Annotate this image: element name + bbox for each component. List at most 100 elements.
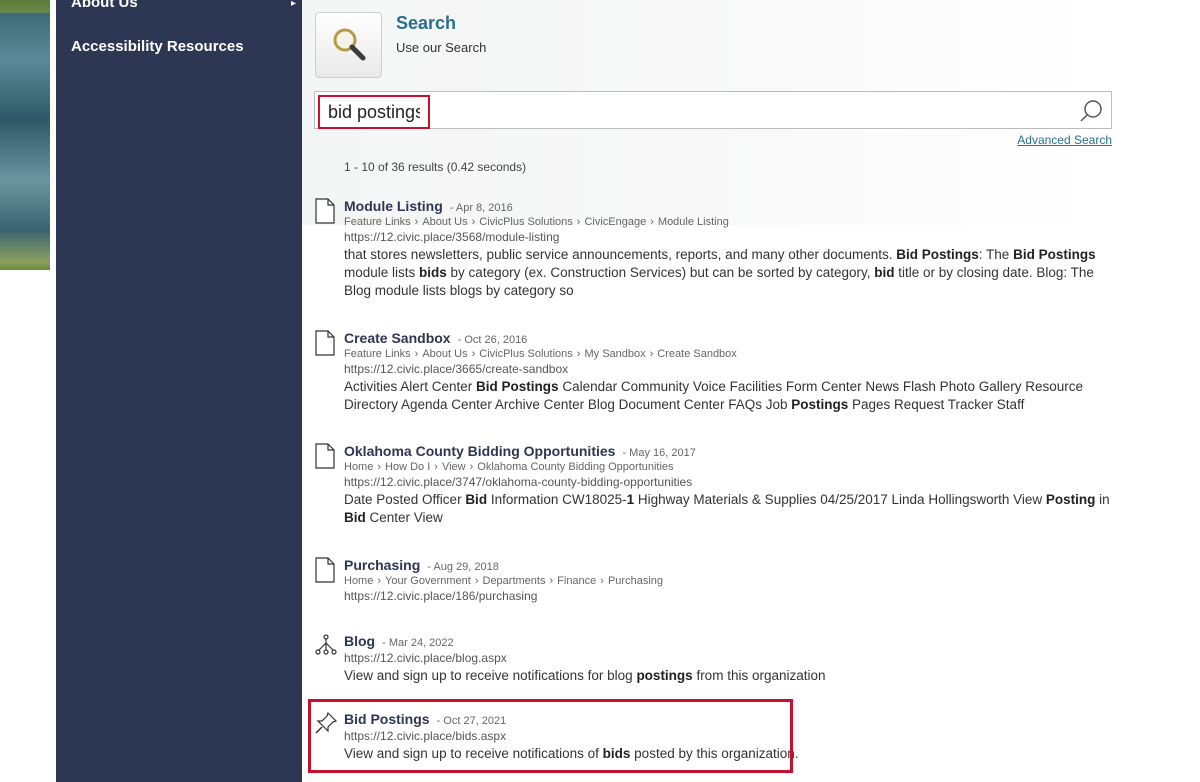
result-title-link[interactable]: Create Sandbox	[344, 330, 451, 346]
result-body: Create Sandbox - Oct 26, 2016 Feature Link…	[344, 330, 1114, 414]
snippet-keyword: 1	[626, 492, 635, 507]
snippet-text: View and sign up to receive notification…	[344, 668, 637, 683]
breadcrumb-item: CivicPlus Solutions	[479, 348, 573, 360]
snippet-keyword: Posting	[1045, 492, 1096, 507]
result-body: Module Listing - Apr 8, 2016 Feature Links…	[344, 198, 1114, 300]
breadcrumb: Feature Links › About Us › CivicPlus Solutio…	[344, 348, 1114, 360]
breadcrumb-separator-icon: ›	[650, 216, 654, 228]
document-icon	[314, 198, 338, 224]
breadcrumb: Home › Your Government › Departments › Finance…	[344, 575, 1114, 587]
blog-network-icon	[314, 633, 338, 657]
result-body: Purchasing - Aug 29, 2018 Home › Your Govern…	[344, 557, 1114, 603]
snippet-text: View and sign up to receive notification…	[344, 746, 603, 761]
result-title-row: Create Sandbox - Oct 26, 2016	[344, 330, 1114, 346]
page-subtitle: Use our Search	[396, 40, 487, 55]
result-title-row: Purchasing - Aug 29, 2018	[344, 557, 1114, 573]
breadcrumb-item: How Do I	[385, 461, 431, 473]
snippet-text: : The	[978, 247, 1014, 262]
result-snippet: Activities Alert Center Bid Postings Cal…	[344, 378, 1114, 414]
snippet-text: module lists	[344, 265, 420, 280]
breadcrumb-item: Create Sandbox	[657, 348, 737, 360]
snippet-keyword: bids	[602, 746, 631, 761]
snippet-text: that stores newsletters, public service …	[344, 247, 897, 262]
breadcrumb-item: Feature Links	[344, 348, 411, 360]
breadcrumb-separator-icon: ›	[414, 348, 419, 360]
breadcrumb-item: Oklahoma County Bidding Opportunities	[477, 461, 674, 473]
submenu-arrow-icon: ▸	[290, 0, 296, 9]
document-icon	[314, 330, 338, 356]
document-icon	[314, 557, 338, 583]
result-title-row: Oklahoma County Bidding Opportunities - M…	[344, 443, 1114, 459]
sidebar-item-label: Accessibility Resources	[71, 38, 244, 55]
result-body: Blog - Mar 24, 2022 https://12.civic.place…	[344, 633, 1114, 685]
result-url: https://12.civic.place/3568/module-listi…	[344, 230, 560, 244]
result-url: https://12.civic.place/186/purchasing	[344, 589, 538, 603]
snippet-keyword: Bid	[465, 492, 488, 507]
results-count: 1 - 10 of 36 results (0.42 seconds)	[344, 160, 527, 174]
result-url: https://12.civic.place/bids.aspx	[344, 729, 507, 743]
snippet-text: posted by this organization.	[630, 746, 799, 761]
breadcrumb-item: About Us	[422, 216, 468, 228]
snippet-text: Activities Alert Center	[344, 379, 477, 394]
advanced-search-link[interactable]: Advanced Search	[1017, 133, 1112, 147]
search-button[interactable]	[1077, 96, 1107, 126]
result-title-row: Bid Postings - Oct 27, 2021	[344, 711, 1114, 727]
result-snippet: that stores newsletters, public service …	[344, 246, 1114, 300]
breadcrumb-separator-icon: ›	[471, 216, 476, 228]
result-date: - May 16, 2017	[622, 447, 696, 459]
breadcrumb-item: Your Government	[385, 575, 471, 587]
breadcrumb-item: Feature Links	[344, 216, 411, 228]
search-bar	[314, 91, 1112, 129]
sidebar-item-label: About Us	[71, 0, 138, 11]
result-snippet: Date Posted Officer Bid Information CW18…	[344, 491, 1114, 527]
result-body: Oklahoma County Bidding Opportunities - M…	[344, 443, 1114, 527]
result-date: - Aug 29, 2018	[427, 561, 499, 573]
snippet-text: Date Posted Officer	[344, 492, 466, 507]
result-title-link[interactable]: Module Listing	[344, 198, 443, 214]
result-title-link[interactable]: Purchasing	[344, 557, 420, 573]
snippet-keyword: bid	[874, 265, 895, 280]
result-title-row: Module Listing - Apr 8, 2016	[344, 198, 1114, 214]
sidebar-item-about-us[interactable]: About Us ▸	[71, 0, 296, 11]
snippet-text: Information CW18025-	[487, 492, 627, 507]
result-date: - Oct 26, 2016	[457, 334, 528, 346]
snippet-keyword: Bid Postings	[1013, 247, 1096, 262]
breadcrumb-item: Module Listing	[657, 216, 729, 228]
snippet-keyword: bids	[419, 265, 447, 280]
result-snippet: View and sign up to receive notification…	[344, 667, 1114, 685]
result-date: - Oct 27, 2021	[436, 715, 507, 727]
breadcrumb-separator-icon: ›	[576, 348, 581, 360]
result-title-link[interactable]: Bid Postings	[344, 711, 430, 727]
result-title-link[interactable]: Oklahoma County Bidding Opportunities	[344, 443, 615, 459]
breadcrumb-item: Finance	[557, 575, 597, 587]
result-title-link[interactable]: Blog	[344, 633, 375, 649]
breadcrumb-separator-icon: ›	[549, 575, 554, 587]
breadcrumb-item: CivicEngage	[584, 216, 647, 228]
magnifier-icon	[333, 28, 365, 61]
result-url: https://12.civic.place/3665/create-sandb…	[344, 362, 569, 376]
breadcrumb-separator-icon: ›	[414, 216, 419, 228]
search-tile	[315, 12, 382, 78]
snippet-text: Center View	[365, 510, 443, 525]
sidebar-item-accessibility-resources[interactable]: Accessibility Resources	[71, 38, 244, 55]
breadcrumb-separator-icon: ›	[377, 575, 382, 587]
breadcrumb-separator-icon: ›	[649, 348, 654, 360]
snippet-keyword: Bid	[344, 510, 366, 525]
breadcrumb-separator-icon: ›	[434, 461, 438, 473]
breadcrumb-separator-icon: ›	[377, 461, 382, 473]
breadcrumb-separator-icon: ›	[469, 461, 474, 473]
snippet-keyword: Bid Postings	[476, 379, 559, 394]
result-snippet: View and sign up to receive notification…	[344, 745, 1114, 763]
result-title-row: Blog - Mar 24, 2022	[344, 633, 1114, 649]
snippet-keyword: Postings	[791, 397, 849, 412]
breadcrumb-separator-icon: ›	[474, 575, 479, 587]
search-input[interactable]	[318, 95, 430, 129]
result-date: - Mar 24, 2022	[382, 637, 454, 649]
snippet-text: by category (ex. Construction Services) …	[446, 265, 875, 280]
breadcrumb-separator-icon: ›	[471, 348, 476, 360]
breadcrumb: Feature Links › About Us › CivicPlus Solutio…	[344, 216, 1114, 228]
snippet-keyword: Bid Postings	[896, 247, 979, 262]
breadcrumb-item: CivicPlus Solutions	[479, 216, 573, 228]
result-body: Bid Postings - Oct 27, 2021 https://12.civ…	[344, 711, 1114, 763]
document-icon	[314, 443, 338, 469]
